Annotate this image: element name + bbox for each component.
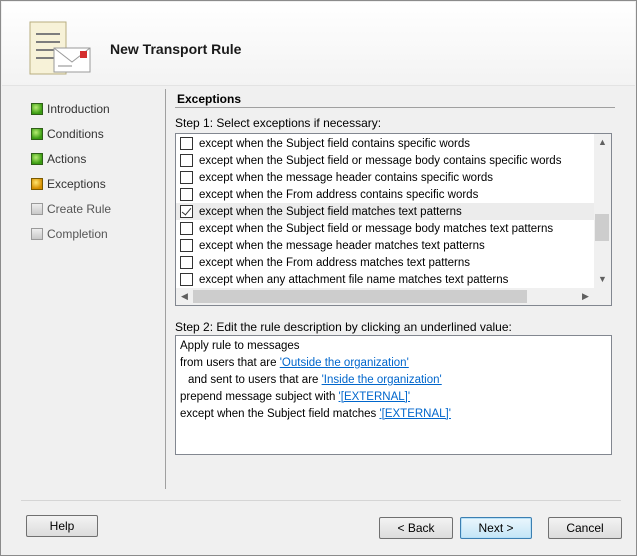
exception-checkbox[interactable]	[180, 188, 193, 201]
nav-item-introduction[interactable]: Introduction	[31, 96, 161, 121]
nav-item-conditions[interactable]: Conditions	[31, 121, 161, 146]
rule-description: Apply rule to messages from users that a…	[175, 335, 612, 455]
description-text: and sent to users that are	[188, 374, 322, 386]
from-users-link[interactable]: 'Outside the organization'	[280, 357, 409, 369]
description-line: except when the Subject field matches '[…	[180, 406, 607, 423]
nav-item-label: Conditions	[47, 126, 104, 141]
nav-item-actions[interactable]: Actions	[31, 146, 161, 171]
exception-item-selected[interactable]: except when the Subject field matches te…	[176, 203, 595, 220]
step-pending-icon	[31, 227, 43, 240]
scrollbar-corner	[594, 288, 611, 305]
sent-to-users-link[interactable]: 'Inside the organization'	[322, 374, 442, 386]
description-line: and sent to users that are 'Inside the o…	[180, 372, 607, 389]
description-line: from users that are 'Outside the organiz…	[180, 355, 607, 372]
exception-item[interactable]: except when the message header contains …	[176, 169, 595, 186]
description-text: Apply rule to messages	[180, 340, 300, 352]
step-complete-icon	[31, 102, 43, 115]
back-button[interactable]: < Back	[379, 517, 453, 539]
nav-divider	[165, 89, 166, 489]
exception-checkbox[interactable]	[180, 171, 193, 184]
exception-label: except when the Subject field contains s…	[199, 137, 471, 150]
exception-item[interactable]: except when the Subject field contains s…	[176, 135, 595, 152]
exception-checkbox[interactable]	[180, 222, 193, 235]
scroll-right-icon[interactable]: ▶	[577, 288, 594, 305]
description-text: prepend message subject with	[180, 391, 339, 403]
subject-matches-link[interactable]: '[EXTERNAL]'	[379, 408, 451, 420]
step-complete-icon	[31, 152, 43, 165]
exception-item[interactable]: except when the Subject field or message…	[176, 220, 595, 237]
exception-checkbox-checked[interactable]	[180, 205, 193, 218]
exception-item[interactable]: except when the Subject field or message…	[176, 152, 595, 169]
transport-rule-icon	[24, 18, 94, 80]
step2-label: Step 2: Edit the rule description by cli…	[175, 320, 512, 334]
exception-label: except when the From address contains sp…	[199, 188, 479, 201]
exception-label: except when the Subject field or message…	[199, 154, 562, 167]
exception-label: except when any attachment file name mat…	[199, 273, 509, 286]
step-current-icon	[31, 177, 43, 190]
exception-checkbox[interactable]	[180, 273, 193, 286]
exception-label: except when the Subject field matches te…	[199, 205, 462, 218]
exception-checkbox[interactable]	[180, 239, 193, 252]
step-pending-icon	[31, 202, 43, 215]
nav-item-label: Exceptions	[47, 176, 106, 191]
vertical-scrollbar[interactable]: ▲ ▼	[594, 134, 611, 288]
nav-item-label: Introduction	[47, 101, 110, 116]
exception-label: except when the message header matches t…	[199, 239, 485, 252]
description-line: prepend message subject with '[EXTERNAL]…	[180, 389, 607, 406]
prepend-subject-link[interactable]: '[EXTERNAL]'	[339, 391, 411, 403]
exception-item[interactable]: except when the message header matches t…	[176, 237, 595, 254]
exception-checkbox[interactable]	[180, 137, 193, 150]
next-button[interactable]: Next >	[460, 517, 532, 539]
description-text: from users that are	[180, 357, 280, 369]
nav-item-create-rule: Create Rule	[31, 196, 161, 221]
nav-item-label: Create Rule	[47, 201, 112, 216]
exception-item[interactable]: except when the From address matches tex…	[176, 254, 595, 271]
wizard-window: New Transport Rule Introduction Conditio…	[0, 0, 637, 556]
nav-item-completion: Completion	[31, 221, 161, 246]
cancel-button[interactable]: Cancel	[548, 517, 622, 539]
nav-item-exceptions[interactable]: Exceptions	[31, 171, 161, 196]
dialog-title: New Transport Rule	[110, 41, 242, 57]
footer-divider	[21, 500, 621, 501]
scroll-down-icon[interactable]: ▼	[594, 271, 611, 288]
scrollbar-thumb[interactable]	[595, 214, 609, 241]
step-complete-icon	[31, 127, 43, 140]
exception-checkbox[interactable]	[180, 256, 193, 269]
horizontal-scrollbar[interactable]: ◀ ▶	[176, 288, 594, 305]
scroll-up-icon[interactable]: ▲	[594, 134, 611, 151]
exception-label: except when the From address matches tex…	[199, 256, 471, 269]
section-title: Exceptions	[177, 92, 242, 106]
help-button[interactable]: Help	[26, 515, 98, 537]
section-divider	[175, 107, 615, 108]
wizard-nav: Introduction Conditions Actions Exceptio…	[31, 96, 161, 246]
nav-item-label: Actions	[47, 151, 87, 166]
exception-checkbox[interactable]	[180, 154, 193, 167]
exception-item[interactable]: except when the From address contains sp…	[176, 186, 595, 203]
description-line: Apply rule to messages	[180, 338, 607, 355]
exception-item[interactable]: except when any attachment file name mat…	[176, 271, 595, 288]
scroll-left-icon[interactable]: ◀	[176, 288, 193, 305]
description-text: except when the Subject field matches	[180, 408, 380, 420]
exception-label: except when the message header contains …	[199, 171, 494, 184]
scrollbar-thumb[interactable]	[193, 290, 527, 303]
exceptions-list[interactable]: except when the Subject field contains s…	[175, 133, 612, 306]
exception-label: except when the Subject field or message…	[199, 222, 554, 235]
wizard-header: New Transport Rule	[2, 2, 635, 86]
step1-label: Step 1: Select exceptions if necessary:	[175, 116, 382, 130]
nav-item-label: Completion	[47, 226, 108, 241]
